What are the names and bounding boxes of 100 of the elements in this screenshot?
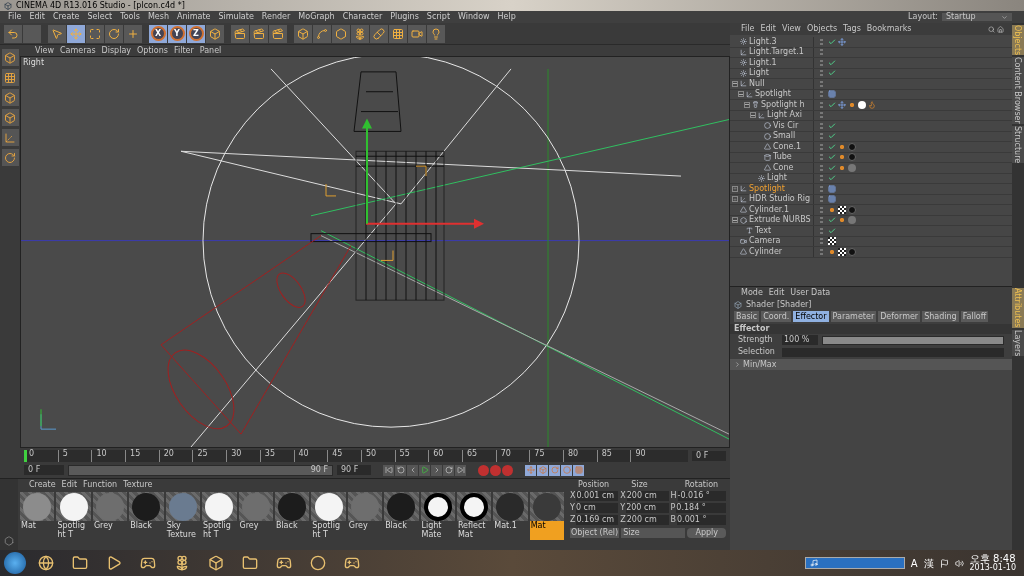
viewport-menu-item[interactable]: Cameras bbox=[57, 46, 99, 55]
visibility-dots-icon[interactable] bbox=[817, 38, 825, 45]
coordinate-field[interactable]: 200 cm bbox=[626, 491, 669, 501]
expand-toggle-icon[interactable] bbox=[744, 101, 750, 108]
axis-lock-button[interactable]: Y bbox=[169, 26, 185, 41]
object-name[interactable]: Null bbox=[749, 79, 765, 88]
visibility-dots-icon[interactable] bbox=[817, 206, 825, 213]
menu-item[interactable]: Plugins bbox=[386, 13, 423, 21]
clock-date[interactable]: 2013-01-10 bbox=[969, 564, 1016, 572]
toolbar-button[interactable] bbox=[427, 24, 445, 43]
expand-toggle-icon[interactable] bbox=[732, 217, 738, 224]
record-button[interactable] bbox=[502, 464, 513, 476]
dots-tag-icon[interactable] bbox=[828, 247, 836, 256]
material-swatch[interactable]: Grey bbox=[347, 492, 383, 540]
menu-item[interactable]: Edit bbox=[25, 13, 49, 21]
playback-button[interactable] bbox=[419, 464, 430, 476]
playback-button[interactable] bbox=[431, 464, 442, 476]
object-name[interactable]: Cone bbox=[773, 163, 794, 172]
toolbar-button[interactable] bbox=[4, 24, 22, 43]
grid-tag-icon[interactable] bbox=[828, 90, 836, 99]
size-mode-dropdown[interactable]: Size bbox=[621, 528, 686, 538]
key-button[interactable] bbox=[561, 464, 572, 476]
coordinate-field[interactable]: 0.001 ° bbox=[677, 515, 726, 525]
attribute-menu-item[interactable]: User Data bbox=[787, 289, 834, 297]
check-icon[interactable] bbox=[828, 100, 836, 109]
viewport-menu-item[interactable]: Options bbox=[134, 46, 171, 55]
toolbar-button[interactable] bbox=[332, 24, 350, 43]
slider-fill[interactable] bbox=[823, 336, 1003, 344]
material-swatch[interactable]: Mat.1 bbox=[493, 492, 528, 540]
menu-item[interactable]: Character bbox=[338, 13, 387, 21]
attribute-tab[interactable]: Falloff bbox=[960, 311, 989, 322]
attribute-tab[interactable]: Coord. bbox=[761, 311, 792, 322]
coordinate-field[interactable]: 0.001 cm bbox=[576, 491, 619, 501]
clock-time[interactable]: 오후 8:48 bbox=[969, 554, 1016, 564]
object-menu-item[interactable]: View bbox=[778, 25, 804, 33]
object-name[interactable]: Cylinder.1 bbox=[749, 205, 790, 214]
material-swatch[interactable]: Black bbox=[129, 492, 164, 540]
material-swatch[interactable]: Mat bbox=[20, 492, 55, 540]
toolbar-button[interactable] bbox=[86, 24, 104, 43]
material-swatch[interactable]: Spotlight T bbox=[202, 492, 237, 540]
object-name[interactable]: Text bbox=[755, 226, 772, 235]
visibility-dots-icon[interactable] bbox=[817, 122, 825, 129]
coordinate-field[interactable]: 0.184 ° bbox=[676, 503, 726, 513]
toolbar-button[interactable] bbox=[294, 24, 312, 43]
media-toolbar[interactable] bbox=[804, 557, 905, 569]
visibility-dots-icon[interactable] bbox=[817, 196, 825, 203]
coordinate-field[interactable]: 0.169 cm bbox=[576, 515, 619, 525]
viewport-menu-item[interactable]: View bbox=[32, 46, 57, 55]
mode-button[interactable] bbox=[1, 69, 19, 86]
visibility-dots-icon[interactable] bbox=[817, 101, 825, 108]
object-name[interactable]: Spotlight bbox=[755, 90, 791, 99]
visibility-dots-icon[interactable] bbox=[817, 227, 825, 234]
viewport-menu-item[interactable]: Panel bbox=[196, 46, 225, 55]
ime-mode[interactable]: A bbox=[910, 555, 918, 571]
end-frame-field[interactable]: 90 F bbox=[337, 465, 371, 475]
side-tab[interactable]: Structure bbox=[1012, 126, 1024, 164]
speaker-icon[interactable] bbox=[954, 558, 964, 568]
playback-button[interactable] bbox=[383, 464, 394, 476]
record-button[interactable] bbox=[478, 464, 489, 476]
target-tag-icon[interactable] bbox=[838, 37, 846, 46]
visibility-dots-icon[interactable] bbox=[817, 164, 825, 171]
mode-button[interactable] bbox=[1, 149, 19, 166]
visibility-dots-icon[interactable] bbox=[817, 133, 825, 140]
material-swatch[interactable]: Spotlight T bbox=[56, 492, 91, 540]
object-name[interactable]: Light.3 bbox=[749, 37, 777, 46]
playback-button[interactable] bbox=[443, 464, 454, 476]
object-menu-item[interactable]: Tags bbox=[840, 25, 864, 33]
menu-item[interactable]: Tools bbox=[116, 13, 144, 21]
menu-item[interactable]: Help bbox=[493, 13, 520, 21]
check-icon[interactable] bbox=[828, 37, 836, 46]
apply-button[interactable]: Apply bbox=[687, 528, 726, 538]
object-menu-item[interactable]: Objects bbox=[803, 25, 841, 33]
visibility-dots-icon[interactable] bbox=[817, 91, 825, 98]
visibility-dots-icon[interactable] bbox=[817, 70, 825, 77]
menu-item[interactable]: Window bbox=[454, 13, 494, 21]
viewport-menu-item[interactable]: Filter bbox=[170, 46, 197, 55]
object-name[interactable]: Cylinder bbox=[749, 247, 783, 256]
menu-item[interactable]: Create bbox=[48, 13, 84, 21]
key-button[interactable] bbox=[537, 464, 548, 476]
dots-tag-icon[interactable] bbox=[848, 100, 856, 109]
object-name[interactable]: Light.Target.1 bbox=[749, 48, 804, 57]
coordinate-field[interactable]: 200 cm bbox=[626, 503, 669, 513]
visibility-dots-icon[interactable] bbox=[817, 217, 825, 224]
target-tag-icon[interactable] bbox=[838, 100, 846, 109]
record-button[interactable] bbox=[490, 464, 501, 476]
toolbar-button[interactable] bbox=[269, 24, 287, 43]
home-icon[interactable] bbox=[997, 25, 1004, 33]
expand-toggle-icon[interactable] bbox=[732, 80, 738, 87]
playback-button[interactable] bbox=[455, 464, 466, 476]
visibility-dots-icon[interactable] bbox=[817, 49, 825, 56]
material-swatch[interactable]: Black bbox=[384, 492, 419, 540]
visibility-dots-icon[interactable] bbox=[817, 154, 825, 161]
layout-dropdown[interactable]: Startup bbox=[942, 13, 1012, 21]
object-menu-item[interactable]: Edit bbox=[757, 25, 779, 33]
attribute-tab[interactable]: Parameter bbox=[830, 311, 877, 322]
mode-button[interactable] bbox=[1, 129, 19, 146]
material-swatch[interactable]: Reflect Mat bbox=[456, 492, 492, 540]
current-frame-field[interactable]: 0 F bbox=[692, 451, 726, 461]
attribute-tab[interactable]: Effector bbox=[793, 311, 829, 322]
attribute-tab[interactable]: Basic bbox=[734, 311, 760, 322]
